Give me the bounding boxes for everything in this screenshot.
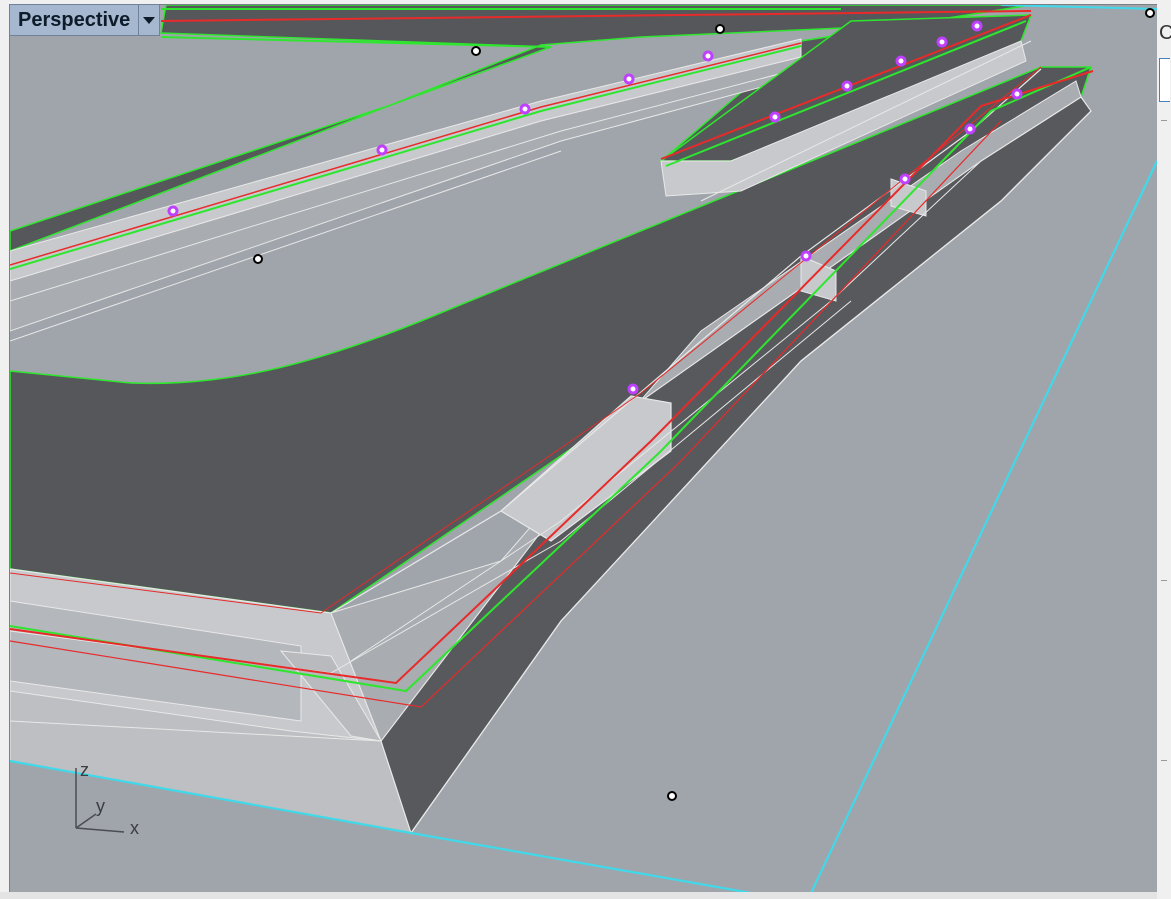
axis-y-label: y [96, 796, 105, 816]
scene-geometry[interactable] [10, 5, 1157, 893]
dropdown-triangle-icon [143, 16, 156, 24]
right-panel-edge: C [1157, 0, 1171, 899]
axis-z-label: z [80, 760, 89, 780]
axis-x-label: x [130, 818, 139, 838]
viewport-menu-button[interactable] [138, 4, 161, 36]
right-panel-fragment: C [1159, 22, 1171, 44]
viewport-title[interactable]: Perspective [9, 4, 139, 36]
right-panel-input-edge[interactable] [1159, 58, 1170, 102]
viewport-tab[interactable]: Perspective [9, 4, 161, 36]
axis-gizmo: z y x [75, 760, 139, 838]
bottom-edge [0, 892, 1157, 899]
perspective-viewport[interactable] [9, 4, 1158, 894]
